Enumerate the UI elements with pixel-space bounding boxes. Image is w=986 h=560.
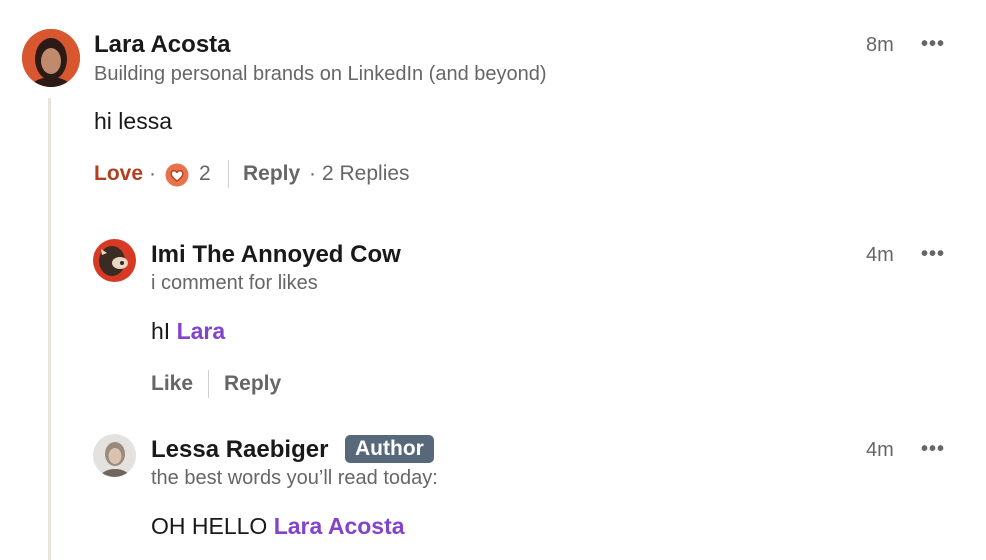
author-headline: Building personal brands on LinkedIn (an…: [94, 63, 547, 85]
avatar[interactable]: [22, 29, 80, 87]
comment-text: hi lessa: [94, 108, 172, 134]
love-reaction-button[interactable]: Love: [94, 162, 143, 186]
author-name[interactable]: Lessa Raebiger: [151, 436, 328, 464]
separator-dot: ·: [309, 162, 316, 185]
thread-line: [48, 98, 51, 560]
avatar-photo-icon: [22, 29, 80, 87]
avatar[interactable]: [93, 239, 136, 282]
divider: [228, 160, 229, 188]
reply-button[interactable]: Reply: [243, 162, 300, 186]
reaction-count[interactable]: 2: [199, 162, 211, 186]
like-button[interactable]: Like: [151, 372, 193, 396]
timestamp: 4m: [866, 244, 894, 266]
reply-text-prefix: hI: [151, 318, 177, 344]
divider: [208, 370, 209, 398]
author-badge: Author: [345, 435, 434, 463]
reply-text: hI Lara: [151, 318, 225, 345]
more-options-icon[interactable]: •••: [921, 438, 945, 461]
timestamp: 8m: [866, 34, 894, 56]
cow-avatar-icon: [93, 239, 136, 282]
avatar[interactable]: [93, 434, 136, 477]
reply-text: OH HELLO Lara Acosta: [151, 513, 405, 540]
timestamp: 4m: [866, 439, 894, 461]
reply-button[interactable]: Reply: [224, 372, 281, 396]
author-name[interactable]: Imi The Annoyed Cow: [151, 241, 401, 269]
author-headline: i comment for likes: [151, 272, 318, 294]
author-headline: the best words you’ll read today:: [151, 467, 438, 489]
author-name[interactable]: Lara Acosta: [94, 31, 231, 59]
mention-link[interactable]: Lara Acosta: [274, 513, 405, 539]
more-options-icon[interactable]: •••: [921, 243, 945, 266]
separator-dot: ·: [149, 162, 156, 185]
heart-reaction-icon[interactable]: [165, 163, 189, 187]
portrait-avatar-icon: [93, 434, 136, 477]
replies-count-link[interactable]: 2 Replies: [322, 162, 410, 186]
more-options-icon[interactable]: •••: [921, 33, 945, 56]
mention-link[interactable]: Lara: [177, 318, 226, 344]
reply-text-prefix: OH HELLO: [151, 513, 274, 539]
